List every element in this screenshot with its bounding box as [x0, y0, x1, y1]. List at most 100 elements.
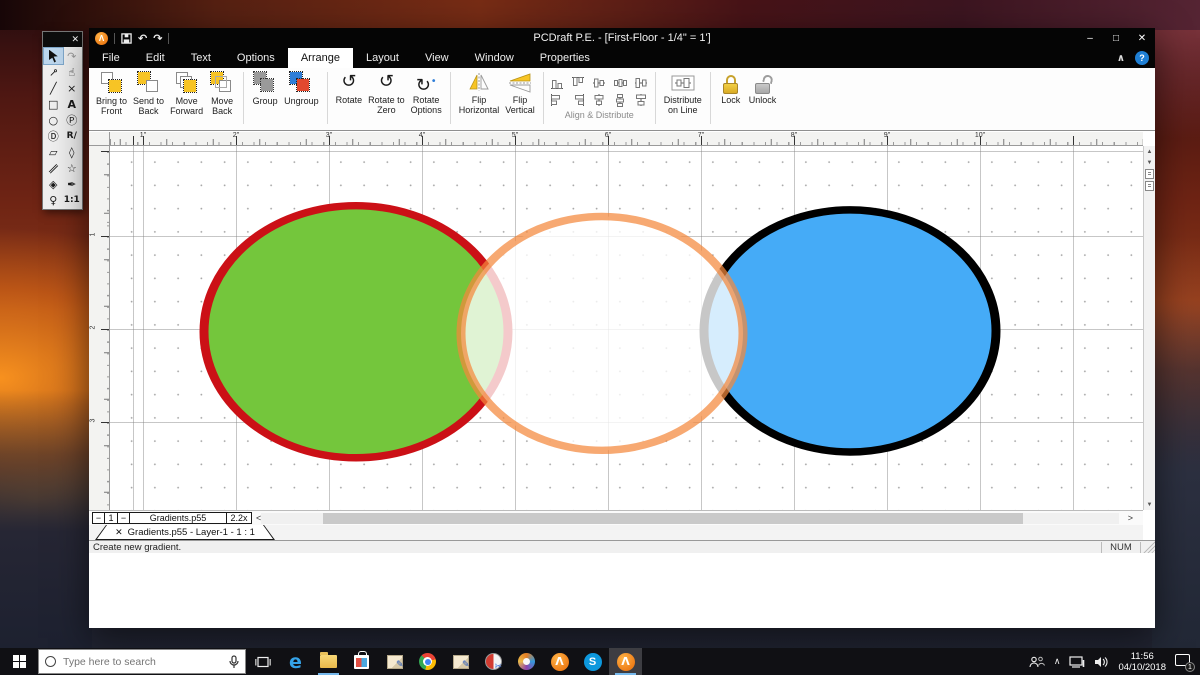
- taskbar-draft-doc-app-2[interactable]: ✎: [444, 648, 477, 675]
- move-forward-button[interactable]: MoveForward: [167, 70, 206, 117]
- page-down-icon[interactable]: [1145, 181, 1154, 191]
- taskbar-skype[interactable]: S: [576, 648, 609, 675]
- move-back-button[interactable]: MoveBack: [206, 70, 238, 117]
- taskbar-draft-doc-app[interactable]: ✎: [378, 648, 411, 675]
- align-left-button[interactable]: [549, 92, 566, 107]
- rotate-button[interactable]: ↺ Rotate: [333, 70, 366, 106]
- bring-to-front-button[interactable]: Bring toFront: [93, 70, 130, 117]
- tool-symbol[interactable]: ◈: [44, 176, 63, 192]
- taskbar-search[interactable]: [38, 649, 246, 674]
- search-input[interactable]: [63, 656, 222, 668]
- distribute-horizontal-button[interactable]: [612, 75, 629, 90]
- menu-window[interactable]: Window: [462, 48, 527, 68]
- menu-text[interactable]: Text: [178, 48, 224, 68]
- tool-text[interactable]: A: [63, 96, 82, 112]
- rotate-to-zero-button[interactable]: ↺ Rotate toZero: [365, 70, 408, 116]
- tray-expand-icon[interactable]: ∧: [1054, 656, 1061, 667]
- align-center-button[interactable]: [591, 92, 608, 107]
- horizontal-scroll-thumb[interactable]: [323, 513, 1023, 524]
- collapse-ribbon-icon[interactable]: ∧: [1117, 53, 1125, 64]
- undo-icon[interactable]: ↶: [138, 33, 147, 44]
- tool-polygon[interactable]: ▱: [44, 144, 63, 160]
- app-logo-icon[interactable]: Λ: [95, 32, 108, 45]
- page-up-icon[interactable]: [1145, 169, 1154, 179]
- tool-parallel-lines[interactable]: ∥: [44, 160, 63, 176]
- volume-icon[interactable]: [1094, 656, 1109, 668]
- blue-circle[interactable]: [704, 210, 996, 452]
- palette-close-icon[interactable]: ✕: [71, 35, 79, 44]
- menu-view[interactable]: View: [412, 48, 462, 68]
- palette-titlebar[interactable]: ✕: [43, 32, 82, 47]
- drawing-canvas[interactable]: [110, 146, 1143, 510]
- page-name[interactable]: Gradients.p55: [129, 512, 227, 524]
- taskbar-edge[interactable]: e: [279, 648, 312, 675]
- scroll-right-icon[interactable]: >: [1128, 511, 1133, 525]
- distribute-spacing-vertical-button[interactable]: [633, 92, 650, 107]
- taskbar-file-explorer[interactable]: [312, 648, 345, 675]
- tool-rotate[interactable]: ↷: [63, 48, 82, 64]
- menu-options[interactable]: Options: [224, 48, 288, 68]
- tool-pointer[interactable]: [44, 48, 63, 64]
- tool-line[interactable]: ╱: [44, 80, 63, 96]
- tool-star[interactable]: ☆: [63, 160, 82, 176]
- tool-reshape[interactable]: ⊸: [44, 64, 63, 80]
- tool-rotated-rect[interactable]: R∕: [63, 128, 82, 144]
- scroll-down-icon[interactable]: ▼: [1144, 157, 1155, 168]
- close-button[interactable]: ✕: [1129, 28, 1155, 48]
- redo-icon[interactable]: ↷: [153, 33, 162, 44]
- send-to-back-button[interactable]: Send toBack: [130, 70, 167, 117]
- resize-grip[interactable]: [1141, 541, 1155, 553]
- menu-arrange[interactable]: Arrange: [288, 48, 353, 68]
- task-view-button[interactable]: [246, 648, 279, 675]
- tool-multiline[interactable]: ×: [63, 80, 82, 96]
- align-bottom-button[interactable]: [549, 75, 566, 90]
- rotate-options-button[interactable]: ↻• RotateOptions: [408, 70, 445, 116]
- tool-dimension[interactable]: Ⓓ: [44, 128, 63, 144]
- flip-horizontal-button[interactable]: FlipHorizontal: [456, 70, 503, 116]
- layer-tab[interactable]: ✕ Gradients.p55 - Layer-1 - 1 : 1: [96, 525, 274, 539]
- action-center-button[interactable]: 1: [1175, 654, 1192, 669]
- maximize-button[interactable]: □: [1103, 28, 1129, 48]
- vertical-scrollbar[interactable]: ▲ ▼ ▼: [1143, 146, 1155, 510]
- tool-ellipse[interactable]: ○: [44, 112, 63, 128]
- help-icon[interactable]: ?: [1135, 51, 1149, 65]
- orange-circle[interactable]: [461, 216, 743, 450]
- tool-pan[interactable]: ☝: [63, 64, 82, 80]
- tool-lamp[interactable]: ♀: [44, 192, 63, 208]
- tool-freeform[interactable]: ◊: [63, 144, 82, 160]
- start-button[interactable]: [0, 648, 38, 675]
- flip-vertical-button[interactable]: FlipVertical: [502, 70, 538, 116]
- menu-properties[interactable]: Properties: [527, 48, 603, 68]
- tray-clock[interactable]: 11:56 04/10/2018: [1118, 651, 1166, 673]
- zoom-level[interactable]: 2.2x: [226, 512, 252, 524]
- horizontal-scroll-track[interactable]: [261, 513, 1119, 524]
- tool-eyedropper[interactable]: ✒: [63, 176, 82, 192]
- menu-edit[interactable]: Edit: [133, 48, 178, 68]
- tool-scale-1-1[interactable]: 1:1: [63, 192, 82, 208]
- taskbar-pcdraft[interactable]: Λ: [543, 648, 576, 675]
- microphone-icon[interactable]: [229, 655, 239, 669]
- distribute-vertical-button[interactable]: [612, 92, 629, 107]
- taskbar-pcdraft-active[interactable]: Λ: [609, 648, 642, 675]
- ungroup-button[interactable]: Ungroup: [281, 70, 322, 107]
- align-right-button[interactable]: [570, 92, 587, 107]
- scroll-up-icon[interactable]: ▲: [1144, 146, 1155, 157]
- people-icon[interactable]: [1029, 656, 1045, 668]
- taskbar-chrome[interactable]: [411, 648, 444, 675]
- minimize-button[interactable]: –: [1077, 28, 1103, 48]
- distribute-spacing-horizontal-button[interactable]: [633, 75, 650, 90]
- window-titlebar[interactable]: Λ ↶ ↷ PCDraft P.E. - [First-Floor - 1/4"…: [89, 28, 1155, 48]
- menu-layout[interactable]: Layout: [353, 48, 412, 68]
- network-icon[interactable]: [1069, 656, 1085, 668]
- align-middle-button[interactable]: [591, 75, 608, 90]
- align-top-button[interactable]: [570, 75, 587, 90]
- group-button[interactable]: Group: [249, 70, 281, 107]
- taskbar-store[interactable]: [345, 648, 378, 675]
- taskbar-palette-app[interactable]: [510, 648, 543, 675]
- scroll-down-bottom-icon[interactable]: ▼: [1144, 499, 1155, 510]
- tool-rectangle[interactable]: □: [44, 96, 63, 112]
- save-icon[interactable]: [121, 33, 132, 44]
- lock-button[interactable]: Lock: [716, 70, 746, 106]
- unlock-button[interactable]: Unlock: [746, 70, 780, 106]
- distribute-on-line-button[interactable]: Distributeon Line: [661, 70, 705, 116]
